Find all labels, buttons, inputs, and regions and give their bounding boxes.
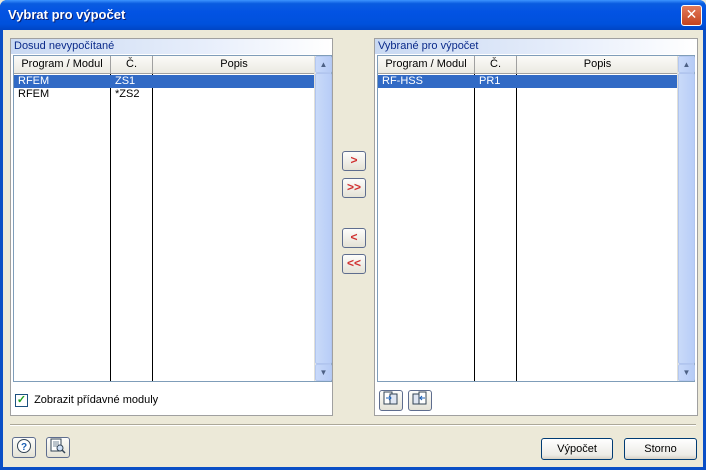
row-description	[153, 88, 313, 101]
not-calculated-list[interactable]: Program / Modul Č. Popis RFEM ZS1 RFEM *…	[13, 55, 332, 382]
column-divider	[110, 74, 111, 381]
column-header-program[interactable]: Program / Modul	[14, 56, 111, 74]
scroll-up-button[interactable]: ▲	[678, 56, 695, 73]
row-program: RFEM	[18, 75, 50, 87]
row-description	[153, 75, 313, 88]
row-description	[517, 75, 677, 88]
dialog-client-area: Dosud nevypočítané Program / Modul Č. Po…	[3, 30, 703, 467]
scroll-thumb[interactable]	[678, 73, 695, 364]
column-header-program[interactable]: Program / Modul	[378, 56, 475, 74]
selected-for-calculation-header: Vybrané pro výpočet	[375, 39, 697, 54]
calculate-button-label: Výpočet	[557, 443, 597, 455]
help-button[interactable]: ?	[12, 437, 36, 458]
chevron-down-icon: ▼	[319, 368, 328, 377]
double-arrow-left-icon: <<	[346, 256, 361, 270]
export-list-icon	[412, 391, 428, 409]
column-header-description[interactable]: Popis	[517, 56, 679, 74]
cancel-button[interactable]: Storno	[624, 438, 697, 460]
remove-selected-button[interactable]: <	[342, 228, 366, 248]
row-number: *ZS2	[115, 88, 140, 100]
title-bar: Vybrat pro výpočet ✕	[0, 0, 706, 30]
show-addons-option[interactable]: ✓ Zobrazit přídavné moduly	[15, 393, 158, 408]
not-calculated-panel: Dosud nevypočítané Program / Modul Č. Po…	[10, 38, 333, 416]
row-program: RFEM	[18, 88, 50, 100]
svg-text:?: ?	[21, 442, 27, 453]
list-row[interactable]: RFEM *ZS2	[14, 88, 314, 101]
not-calculated-header: Dosud nevypočítané	[11, 39, 332, 54]
arrow-left-icon: <	[350, 230, 358, 244]
show-addons-checkbox[interactable]: ✓	[15, 394, 28, 407]
chevron-up-icon: ▲	[319, 60, 328, 69]
double-arrow-right-icon: >>	[346, 180, 361, 194]
list-row[interactable]: RF-HSS PR1	[378, 75, 677, 88]
scroll-thumb[interactable]	[315, 73, 332, 364]
row-number: ZS1	[115, 75, 136, 87]
vertical-scrollbar[interactable]: ▲ ▼	[314, 56, 332, 381]
scroll-up-button[interactable]: ▲	[315, 56, 332, 73]
chevron-up-icon: ▲	[682, 60, 691, 69]
import-list-button[interactable]	[379, 390, 403, 411]
list-row[interactable]: RFEM ZS1	[14, 75, 314, 88]
add-selected-button[interactable]: >	[342, 151, 366, 171]
details-button[interactable]	[46, 437, 70, 458]
remove-all-button[interactable]: <<	[342, 254, 366, 274]
dialog-window: Vybrat pro výpočet ✕ Dosud nevypočítané …	[0, 0, 706, 470]
import-list-icon	[383, 391, 399, 409]
cancel-button-label: Storno	[644, 443, 677, 455]
chevron-down-icon: ▼	[682, 368, 691, 377]
help-icon: ?	[16, 439, 32, 457]
column-header-description[interactable]: Popis	[153, 56, 316, 74]
export-list-button[interactable]	[408, 390, 432, 411]
scroll-down-button[interactable]: ▼	[315, 364, 332, 381]
window-title: Vybrat pro výpočet	[8, 7, 126, 22]
calculate-button[interactable]: Výpočet	[541, 438, 613, 460]
footer-separator	[10, 424, 696, 426]
arrow-right-icon: >	[350, 153, 358, 167]
add-all-button[interactable]: >>	[342, 178, 366, 198]
vertical-scrollbar[interactable]: ▲ ▼	[677, 56, 695, 381]
row-number: PR1	[479, 75, 501, 87]
close-button[interactable]: ✕	[681, 5, 702, 26]
show-addons-label: Zobrazit přídavné moduly	[34, 394, 159, 406]
column-divider	[516, 74, 517, 381]
scroll-down-button[interactable]: ▼	[678, 364, 695, 381]
search-details-icon	[50, 438, 66, 457]
close-icon: ✕	[685, 7, 698, 23]
row-program: RF-HSS	[382, 75, 423, 87]
selected-for-calculation-panel: Vybrané pro výpočet Program / Modul Č. P…	[374, 38, 698, 416]
column-header-number[interactable]: Č.	[111, 56, 153, 74]
column-header-number[interactable]: Č.	[475, 56, 517, 74]
column-divider	[152, 74, 153, 381]
column-divider	[474, 74, 475, 381]
selected-for-calculation-list[interactable]: Program / Modul Č. Popis RF-HSS PR1 ▲ ▼	[377, 55, 695, 382]
